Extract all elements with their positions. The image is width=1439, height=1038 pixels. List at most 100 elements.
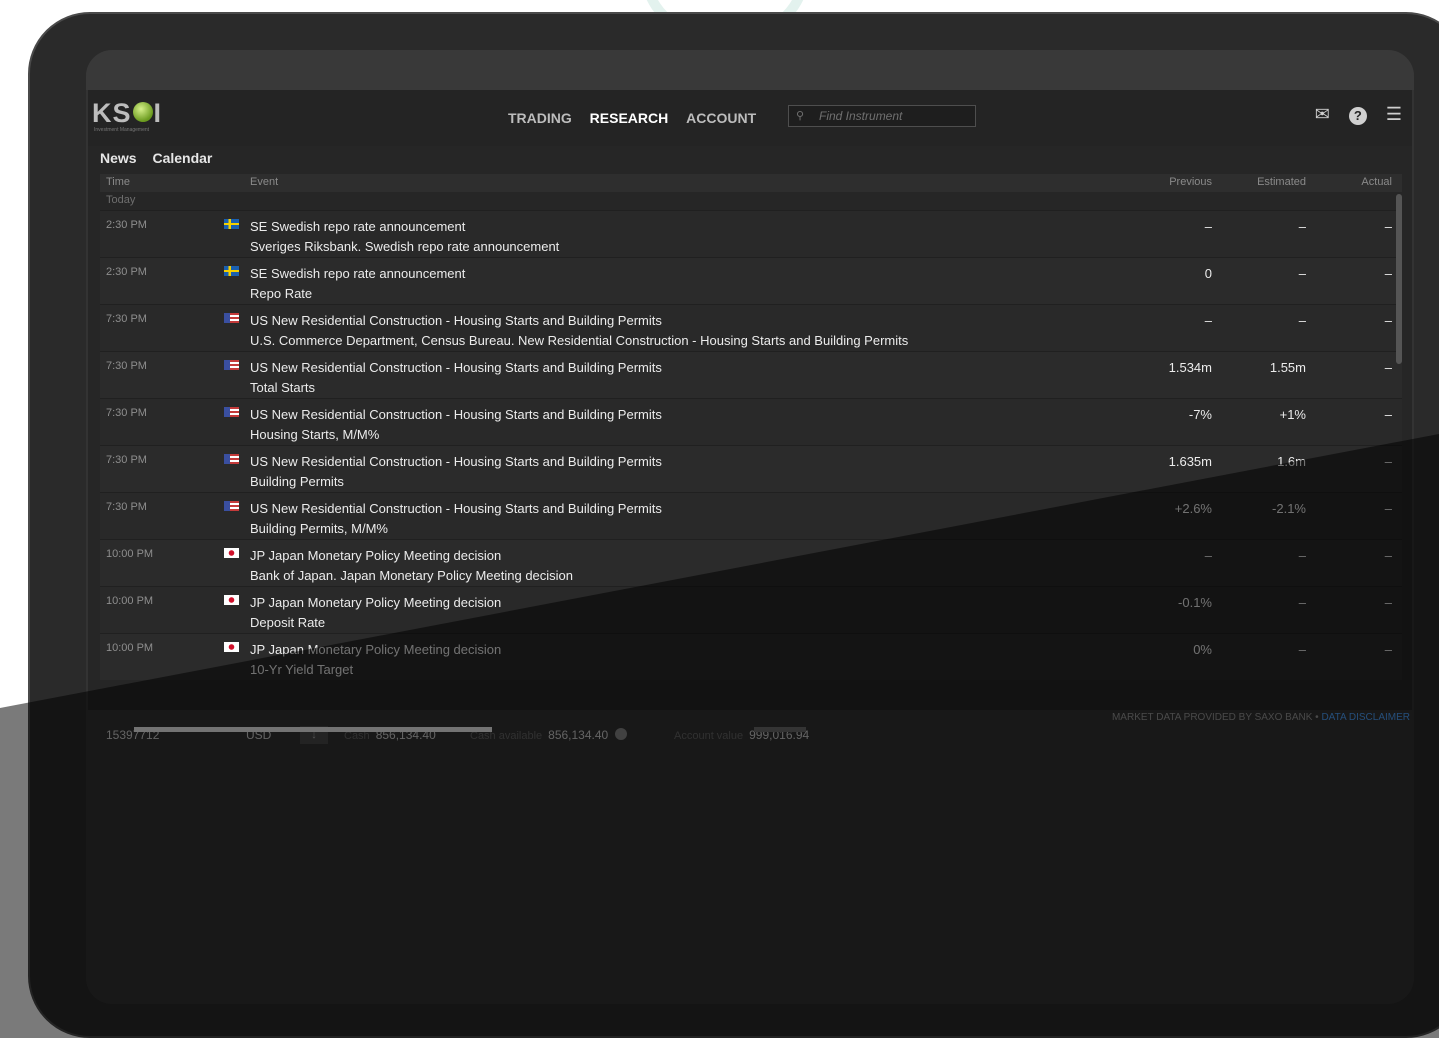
event-time: 2:30 PM xyxy=(106,266,147,278)
flag-jp-icon xyxy=(224,642,239,652)
event-detail: Sveriges Riksbank. Swedish repo rate ann… xyxy=(250,239,560,254)
estimated-value: – xyxy=(1298,642,1306,657)
menu-icon[interactable]: ☰ xyxy=(1386,104,1402,124)
event-cell: SE Swedish repo rate announcement Sverige… xyxy=(250,217,559,257)
table-row[interactable]: 7:30 PM US New Residential Construction -… xyxy=(100,304,1402,351)
flag-jp-icon xyxy=(224,548,239,558)
table-row[interactable]: 7:30 PM US New Residential Construction -… xyxy=(100,351,1402,398)
event-time: 10:00 PM xyxy=(106,548,154,560)
header-estimated[interactable]: Estimated xyxy=(1257,176,1306,188)
event-title: US New Residential Construction - Housin… xyxy=(250,454,662,469)
browser-top-bar xyxy=(86,50,1414,90)
table-row[interactable]: 7:30 PM US New Residential Construction -… xyxy=(100,398,1402,445)
event-title: US New Residential Construction - Housin… xyxy=(250,501,662,516)
previous-value: – xyxy=(1204,548,1212,563)
previous-value: 0% xyxy=(1193,642,1212,657)
event-title: US New Residential Construction - Housin… xyxy=(250,407,662,422)
previous-value: -7% xyxy=(1188,407,1212,422)
estimated-value: – xyxy=(1298,219,1306,234)
calendar-rows: 2:30 PM SE Swedish repo rate announcement… xyxy=(100,210,1402,680)
event-detail: 10-Yr Yield Target xyxy=(250,662,354,677)
flag-se-icon xyxy=(224,266,239,276)
event-time: 10:00 PM xyxy=(106,595,154,607)
event-detail: Building Permits xyxy=(250,474,344,489)
event-cell: US New Residential Construction - Housin… xyxy=(250,358,662,398)
event-cell: SE Swedish repo rate announcement Repo Ra… xyxy=(250,264,465,304)
flag-us-icon xyxy=(224,407,239,417)
event-detail: Housing Starts, M/M% xyxy=(250,427,380,442)
search-icon: ⚲ xyxy=(796,110,805,122)
help-icon[interactable]: ? xyxy=(1348,107,1367,125)
tab-calendar[interactable]: Calendar xyxy=(152,150,212,166)
previous-value: – xyxy=(1204,219,1212,234)
data-disclaimer-link[interactable]: DATA DISCLAIMER xyxy=(1321,712,1410,723)
event-title: JP Japan Monetary Policy Meeting decisio… xyxy=(250,642,502,657)
event-time: 2:30 PM xyxy=(106,219,147,231)
trading-app: KS I Investment Management TRADING RESEAR… xyxy=(88,90,1412,744)
previous-value: 1.635m xyxy=(1168,454,1212,469)
event-cell: US New Residential Construction - Housin… xyxy=(250,452,662,492)
actual-value: – xyxy=(1384,642,1392,657)
info-icon[interactable] xyxy=(614,728,627,740)
table-scrollbar[interactable] xyxy=(1396,194,1402,364)
event-detail: U.S. Commerce Department, Census Bureau.… xyxy=(250,333,909,348)
progress-bar xyxy=(134,727,492,732)
event-cell: US New Residential Construction - Housin… xyxy=(250,405,662,445)
scroll-indicator xyxy=(754,727,806,732)
cash-available-value: 856,134.40 xyxy=(548,728,609,742)
estimated-value: 1.6m xyxy=(1277,454,1306,469)
flag-jp-icon xyxy=(224,595,239,605)
logo-ball-icon xyxy=(132,102,153,122)
actual-value: – xyxy=(1384,219,1392,234)
actual-value: – xyxy=(1384,407,1392,422)
header-time[interactable]: Time xyxy=(106,176,130,188)
event-title: US New Residential Construction - Housin… xyxy=(250,360,662,375)
flag-se-icon xyxy=(224,219,239,229)
group-today: Today xyxy=(106,194,136,206)
menu-account[interactable]: ACCOUNT xyxy=(686,110,756,126)
actual-value: – xyxy=(1384,360,1392,375)
event-cell: JP Japan Monetary Policy Meeting decisio… xyxy=(250,593,501,633)
event-title: SE Swedish repo rate announcement xyxy=(250,266,466,281)
event-time: 7:30 PM xyxy=(106,454,147,466)
table-row[interactable]: 2:30 PM SE Swedish repo rate announcement… xyxy=(100,257,1402,304)
tab-news[interactable]: News xyxy=(100,150,137,166)
flag-us-icon xyxy=(224,454,239,464)
previous-value: +2.6% xyxy=(1174,501,1212,516)
table-row[interactable]: 10:00 PM JP Japan Monetary Policy Meeting… xyxy=(100,633,1402,680)
top-navigation: KS I Investment Management TRADING RESEAR… xyxy=(88,90,1412,146)
table-row[interactable]: 10:00 PM JP Japan Monetary Policy Meeting… xyxy=(100,539,1402,586)
previous-value: -0.1% xyxy=(1178,595,1212,610)
mail-icon[interactable]: ✉ xyxy=(1315,104,1330,124)
estimated-value: – xyxy=(1298,313,1306,328)
event-title: JP Japan Monetary Policy Meeting decisio… xyxy=(250,595,502,610)
event-detail: Deposit Rate xyxy=(250,615,326,630)
estimated-value: +1% xyxy=(1279,407,1306,422)
account-value-label: Account value xyxy=(674,730,744,742)
event-time: 10:00 PM xyxy=(106,642,154,654)
table-row[interactable]: 7:30 PM US New Residential Construction -… xyxy=(100,492,1402,539)
table-row[interactable]: 10:00 PM JP Japan Monetary Policy Meeting… xyxy=(100,586,1402,633)
event-title: US New Residential Construction - Housin… xyxy=(250,313,662,328)
event-detail: Building Permits, M/M% xyxy=(250,521,388,536)
estimated-value: -2.1% xyxy=(1272,501,1306,516)
menu-trading[interactable]: TRADING xyxy=(508,110,572,126)
event-cell: US New Residential Construction - Housin… xyxy=(250,311,908,351)
market-data-disclaimer: MARKET DATA PROVIDED BY SAXO BANK • DATA… xyxy=(1111,712,1410,723)
find-instrument-search[interactable]: ⚲ Find Instrument xyxy=(788,105,976,127)
header-event[interactable]: Event xyxy=(250,176,278,188)
table-row[interactable]: 2:30 PM SE Swedish repo rate announcement… xyxy=(100,210,1402,257)
previous-value: 0 xyxy=(1204,266,1212,281)
ksi-logo[interactable]: KS I xyxy=(92,98,162,129)
header-previous[interactable]: Previous xyxy=(1169,176,1212,188)
research-subtabs: News Calendar xyxy=(100,150,224,166)
event-detail: Bank of Japan. Japan Monetary Policy Mee… xyxy=(250,568,574,583)
flag-us-icon xyxy=(224,313,239,323)
event-title: SE Swedish repo rate announcement xyxy=(250,219,466,234)
table-row[interactable]: 7:30 PM US New Residential Construction -… xyxy=(100,445,1402,492)
header-actual[interactable]: Actual xyxy=(1361,176,1392,188)
previous-value: – xyxy=(1204,313,1212,328)
event-cell: US New Residential Construction - Housin… xyxy=(250,499,662,539)
event-title: JP Japan Monetary Policy Meeting decisio… xyxy=(250,548,502,563)
menu-research[interactable]: RESEARCH xyxy=(590,110,669,126)
